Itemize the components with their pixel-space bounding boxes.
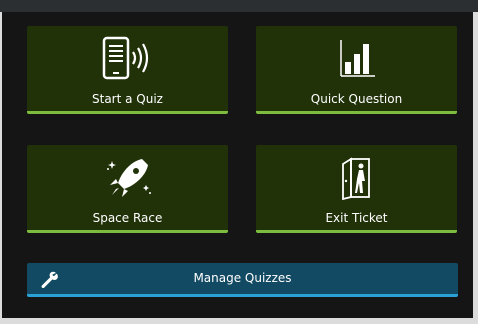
space-race-label: Space Race xyxy=(92,211,163,225)
exit-ticket-button[interactable]: Exit Ticket xyxy=(256,145,457,233)
rocket-icon xyxy=(98,155,158,201)
exit-ticket-label: Exit Ticket xyxy=(325,211,388,225)
space-race-button[interactable]: Space Race xyxy=(27,145,228,233)
top-bar xyxy=(0,0,478,12)
manage-quizzes-label: Manage Quizzes xyxy=(193,271,292,285)
manage-quizzes-button[interactable]: Manage Quizzes xyxy=(27,263,458,297)
start-quiz-label: Start a Quiz xyxy=(92,92,163,106)
tablet-wireless-icon xyxy=(98,36,158,82)
quick-question-label: Quick Question xyxy=(310,92,403,106)
exit-door-icon xyxy=(327,155,387,201)
quick-question-button[interactable]: Quick Question xyxy=(256,26,457,114)
start-quiz-button[interactable]: Start a Quiz xyxy=(27,26,228,114)
bar-chart-icon xyxy=(327,36,387,82)
